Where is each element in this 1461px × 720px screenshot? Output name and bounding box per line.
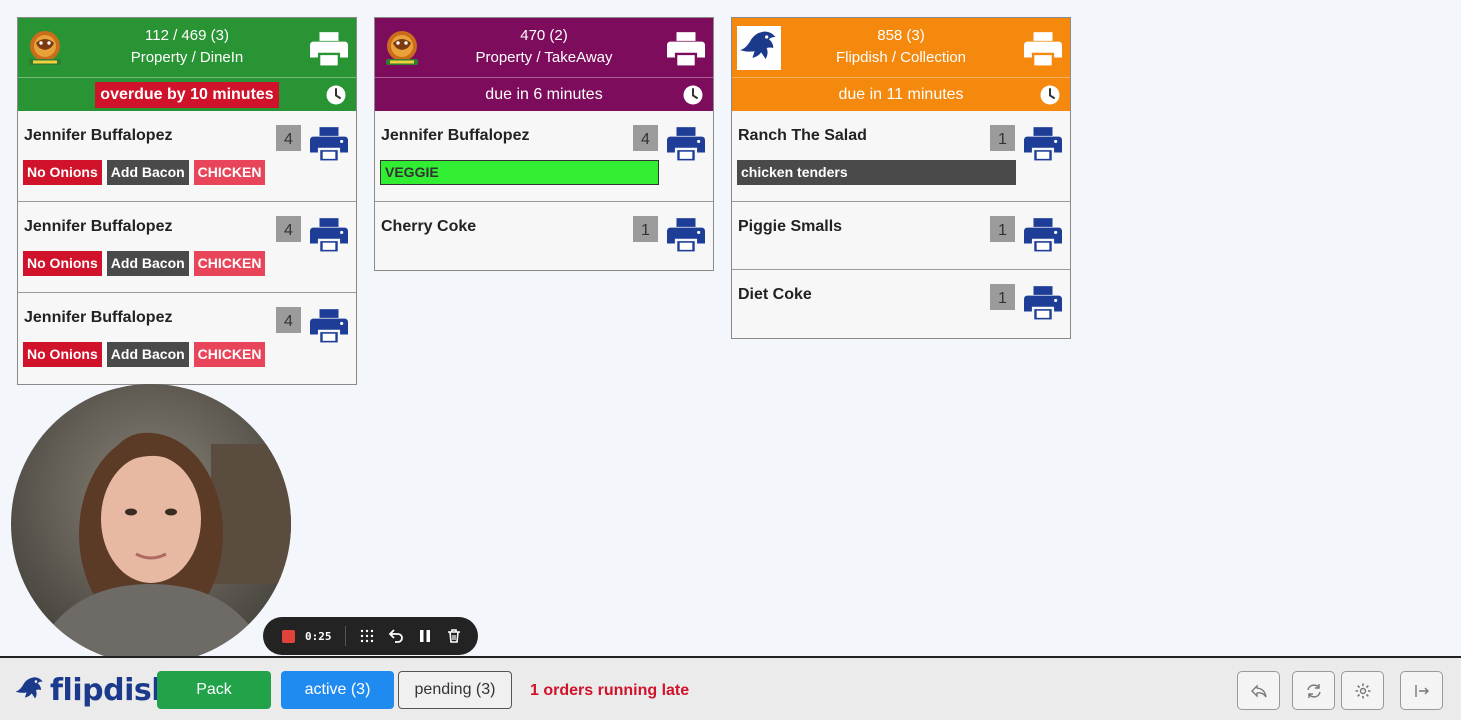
order-card: 470 (2) Property / TakeAway due in 6 min…: [374, 17, 714, 271]
item-name: Piggie Smalls: [738, 218, 843, 235]
due-bar: due in 11 minutes: [732, 78, 1070, 111]
logout-button[interactable]: [1400, 671, 1443, 710]
reply-button[interactable]: [1237, 671, 1280, 710]
modifier-badge: Add Bacon: [106, 251, 189, 276]
item-name: Jennifer Buffalopez: [24, 218, 173, 235]
order-header: 470 (2) Property / TakeAway: [375, 18, 713, 78]
item-quantity: 1: [633, 216, 658, 242]
order-card: 112 / 469 (3) Property / DineIn overdue …: [17, 17, 357, 385]
settings-button[interactable]: [1341, 671, 1384, 710]
webcam-overlay: [11, 384, 291, 664]
modifier-badge: No Onions: [23, 160, 102, 185]
item-name: Ranch The Salad: [738, 127, 867, 144]
print-item-icon[interactable]: [1024, 124, 1062, 162]
reply-icon: [1251, 684, 1267, 698]
print-order-icon[interactable]: [310, 29, 348, 67]
late-orders-alert: 1 orders running late: [530, 682, 690, 699]
item-quantity: 1: [990, 284, 1015, 310]
print-order-icon[interactable]: [1024, 29, 1062, 67]
item-name: Jennifer Buffalopez: [24, 127, 173, 144]
modifier-badge: CHICKEN: [193, 342, 266, 367]
print-item-icon[interactable]: [310, 306, 348, 344]
item-quantity: 4: [276, 125, 301, 151]
recording-controls: 0:25: [263, 617, 478, 655]
item-name: Cherry Coke: [381, 218, 477, 235]
item-quantity: 1: [990, 216, 1015, 242]
item-name: Jennifer Buffalopez: [24, 309, 173, 326]
item-name: Jennifer Buffalopez: [381, 127, 530, 144]
gear-icon: [1355, 683, 1371, 699]
bottom-toolbar: flipdish Pack active (3) pending (3) 1 o…: [0, 656, 1461, 720]
due-status: due in 6 minutes: [485, 86, 603, 103]
stop-record-icon[interactable]: [282, 629, 295, 643]
order-item[interactable]: Piggie Smalls 1: [732, 202, 1070, 270]
recording-timer: 0:25: [305, 629, 332, 643]
item-quantity: 4: [276, 307, 301, 333]
pending-tab-button[interactable]: pending (3): [398, 671, 512, 709]
item-quantity: 1: [990, 125, 1015, 151]
order-item[interactable]: Jennifer Buffalopez 4 VEGGIE: [375, 111, 713, 202]
order-source: Property / TakeAway: [475, 49, 613, 66]
brand-name: flipdish: [50, 672, 173, 708]
clock-icon: [683, 85, 703, 105]
flipdish-brand: flipdish: [12, 671, 173, 709]
print-item-icon[interactable]: [667, 215, 705, 253]
clock-icon: [1040, 85, 1060, 105]
print-item-icon[interactable]: [1024, 283, 1062, 321]
modifier-badge: Add Bacon: [106, 342, 189, 367]
order-item[interactable]: Diet Coke 1: [732, 270, 1070, 338]
item-quantity: 4: [276, 216, 301, 242]
flipdish-bird-icon: [12, 673, 48, 707]
modifier-badge: CHICKEN: [193, 160, 266, 185]
due-bar: due in 6 minutes: [375, 78, 713, 111]
order-source: Flipdish / Collection: [835, 49, 967, 66]
print-item-icon[interactable]: [1024, 215, 1062, 253]
modifier-badge: chicken tenders: [737, 160, 1016, 185]
refresh-button[interactable]: [1292, 671, 1335, 710]
order-card: 858 (3) Flipdish / Collection due in 11 …: [731, 17, 1071, 339]
due-status: overdue by 10 minutes: [95, 82, 279, 108]
order-item[interactable]: Jennifer Buffalopez 4 No Onions Add Baco…: [18, 111, 356, 202]
grid-icon[interactable]: [359, 628, 375, 644]
divider: [344, 626, 346, 646]
due-bar: overdue by 10 minutes: [18, 78, 356, 111]
order-item[interactable]: Ranch The Salad 1 chicken tenders: [732, 111, 1070, 202]
clock-icon: [326, 85, 346, 105]
modifier-badge: VEGGIE: [380, 160, 659, 185]
order-number: 470 (2): [520, 27, 568, 44]
trash-icon[interactable]: [446, 628, 462, 644]
order-item[interactable]: Cherry Coke 1: [375, 202, 713, 270]
order-source: Property / DineIn: [130, 49, 244, 66]
presenter-video: [11, 384, 291, 664]
logout-icon: [1415, 685, 1429, 697]
pack-button[interactable]: Pack: [157, 671, 271, 709]
print-order-icon[interactable]: [667, 29, 705, 67]
order-number: 858 (3): [877, 27, 925, 44]
order-item[interactable]: Jennifer Buffalopez 4 No Onions Add Baco…: [18, 293, 356, 384]
modifier-badge: CHICKEN: [193, 251, 266, 276]
item-name: Diet Coke: [738, 286, 812, 303]
modifier-badge: No Onions: [23, 251, 102, 276]
pause-icon[interactable]: [417, 628, 433, 644]
order-number: 112 / 469 (3): [145, 27, 229, 44]
undo-icon[interactable]: [388, 628, 404, 644]
modifier-badge: No Onions: [23, 342, 102, 367]
order-header: 112 / 469 (3) Property / DineIn: [18, 18, 356, 78]
due-status: due in 11 minutes: [838, 86, 964, 103]
active-tab-button[interactable]: active (3): [281, 671, 394, 709]
order-header: 858 (3) Flipdish / Collection: [732, 18, 1070, 78]
order-item[interactable]: Jennifer Buffalopez 4 No Onions Add Baco…: [18, 202, 356, 293]
modifier-badge: Add Bacon: [106, 160, 189, 185]
print-item-icon[interactable]: [310, 215, 348, 253]
print-item-icon[interactable]: [667, 124, 705, 162]
item-quantity: 4: [633, 125, 658, 151]
refresh-icon: [1307, 684, 1321, 698]
print-item-icon[interactable]: [310, 124, 348, 162]
